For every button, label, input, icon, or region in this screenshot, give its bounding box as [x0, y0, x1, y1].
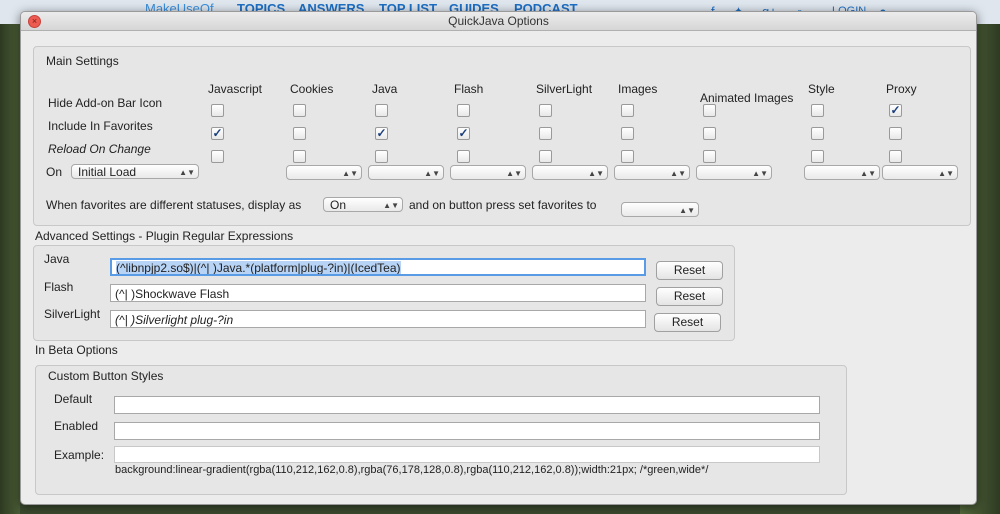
column-header-silverlight: SilverLight: [536, 82, 593, 96]
column-header-javascript: Javascript: [208, 82, 263, 96]
on-select-silverlight[interactable]: ▲▼: [532, 165, 608, 180]
chevron-updown-icon: ▲▼: [383, 201, 399, 210]
checkbox-hide-addon-style[interactable]: [811, 104, 824, 117]
checkbox-reload-on-change-flash[interactable]: [457, 150, 470, 163]
advanced-settings-label: Advanced Settings - Plugin Regular Expre…: [35, 229, 294, 243]
flash-regex-input[interactable]: (^| )Shockwave Flash: [110, 284, 646, 302]
chevron-updown-icon: ▲▼: [424, 169, 440, 178]
column-header-images: Images: [618, 82, 658, 96]
checkbox-include-favorites-java-checked[interactable]: ✓: [375, 127, 388, 140]
checkbox-reload-on-change-javascript[interactable]: [211, 150, 224, 163]
checkbox-reload-on-change-style[interactable]: [811, 150, 824, 163]
java-regex-value: (^libnpjp2.so$)|(^| )Java.*(platform|plu…: [116, 261, 401, 275]
checkbox-include-favorites-proxy[interactable]: [889, 127, 902, 140]
row-label-hide-addon: Hide Add-on Bar Icon: [48, 96, 163, 110]
column-header-proxy: Proxy: [886, 82, 917, 96]
checkbox-include-favorites-silverlight[interactable]: [539, 127, 552, 140]
checkbox-hide-addon-java[interactable]: [375, 104, 388, 117]
button-press-select[interactable]: ▲▼: [621, 202, 699, 217]
java-reset-button[interactable]: Reset: [656, 261, 723, 280]
main-settings-group: Main Settings Hide Add-on Bar Icon Inclu…: [33, 46, 971, 226]
main-settings-label: Main Settings: [46, 54, 119, 68]
background-left: [0, 0, 20, 514]
checkbox-hide-addon-cookies[interactable]: [293, 104, 306, 117]
default-style-input[interactable]: [114, 396, 820, 414]
checkbox-include-favorites-javascript-checked[interactable]: ✓: [211, 127, 224, 140]
on-select-cookies[interactable]: ▲▼: [286, 165, 362, 180]
example-label: Example:: [54, 448, 105, 462]
enabled-style-label: Enabled: [54, 419, 99, 433]
silverlight-regex-value: (^| )Silverlight plug-?in: [115, 313, 234, 327]
chevron-updown-icon: ▲▼: [860, 169, 876, 178]
title-bar: × QuickJava Options: [21, 12, 976, 31]
checkbox-reload-on-change-proxy[interactable]: [889, 150, 902, 163]
on-select-style[interactable]: ▲▼: [804, 165, 880, 180]
flash-reset-button[interactable]: Reset: [656, 287, 723, 306]
silverlight-regex-label: SilverLight: [44, 307, 101, 321]
checkbox-hide-addon-proxy-checked[interactable]: ✓: [889, 104, 902, 117]
checkbox-include-favorites-cookies[interactable]: [293, 127, 306, 140]
checkbox-include-favorites-images[interactable]: [621, 127, 634, 140]
favorites-status-text: When favorites are different statuses, d…: [46, 198, 302, 212]
on-select-flash[interactable]: ▲▼: [450, 165, 526, 180]
chevron-updown-icon: ▲▼: [506, 169, 522, 178]
on-label: On: [46, 165, 63, 179]
chevron-updown-icon: ▲▼: [938, 169, 954, 178]
button-press-text: and on button press set favorites to: [409, 198, 597, 212]
checkbox-hide-addon-images[interactable]: [621, 104, 634, 117]
chevron-updown-icon: ▲▼: [342, 169, 358, 178]
on-select-java[interactable]: ▲▼: [368, 165, 444, 180]
checkbox-hide-addon-javascript[interactable]: [211, 104, 224, 117]
java-regex-input[interactable]: (^libnpjp2.so$)|(^| )Java.*(platform|plu…: [110, 258, 646, 276]
window-title: QuickJava Options: [448, 14, 549, 28]
checkbox-include-favorites-animated-images[interactable]: [703, 127, 716, 140]
example-style-value: background:linear-gradient(rgba(110,212,…: [115, 464, 709, 476]
checkbox-include-favorites-flash-checked[interactable]: ✓: [457, 127, 470, 140]
checkbox-reload-on-change-images[interactable]: [621, 150, 634, 163]
column-header-animated-images: Animated Images: [700, 91, 794, 105]
chevron-updown-icon: ▲▼: [670, 169, 686, 178]
on-select-images[interactable]: ▲▼: [614, 165, 690, 180]
quickjava-options-window: × QuickJava Options Main Settings Hide A…: [20, 11, 977, 505]
checkbox-reload-on-change-silverlight[interactable]: [539, 150, 552, 163]
checkbox-hide-addon-silverlight[interactable]: [539, 104, 552, 117]
on-select-proxy[interactable]: ▲▼: [882, 165, 958, 180]
chevron-updown-icon: ▲▼: [179, 168, 195, 177]
advanced-settings-group: Java (^libnpjp2.so$)|(^| )Java.*(platfor…: [33, 245, 735, 341]
column-header-flash: Flash: [454, 82, 484, 96]
chevron-updown-icon: ▲▼: [752, 169, 768, 178]
checkbox-hide-addon-flash[interactable]: [457, 104, 470, 117]
checkbox-hide-addon-animated-images[interactable]: [703, 104, 716, 117]
checkbox-include-favorites-style[interactable]: [811, 127, 824, 140]
checkbox-reload-on-change-animated-images[interactable]: [703, 150, 716, 163]
column-header-java: Java: [372, 82, 398, 96]
chevron-updown-icon: ▲▼: [588, 169, 604, 178]
java-regex-label: Java: [44, 252, 70, 266]
favorites-display-value: On: [330, 198, 347, 212]
silverlight-regex-input[interactable]: (^| )Silverlight plug-?in: [110, 310, 646, 328]
in-beta-label: In Beta Options: [35, 343, 118, 357]
on-select-value: Initial Load: [78, 165, 137, 179]
checkbox-reload-on-change-java[interactable]: [375, 150, 388, 163]
column-header-style: Style: [808, 82, 835, 96]
flash-regex-label: Flash: [44, 280, 74, 294]
on-select[interactable]: Initial Load ▲▼: [71, 164, 199, 179]
enabled-style-input[interactable]: [114, 422, 820, 440]
example-style-field: [114, 446, 820, 463]
row-label-include-favorites: Include In Favorites: [48, 119, 153, 133]
checkbox-reload-on-change-cookies[interactable]: [293, 150, 306, 163]
flash-regex-value: (^| )Shockwave Flash: [115, 287, 230, 301]
custom-button-styles-label: Custom Button Styles: [48, 369, 164, 383]
silverlight-reset-button[interactable]: Reset: [654, 313, 721, 332]
chevron-updown-icon: ▲▼: [679, 206, 695, 215]
on-select-animated-images[interactable]: ▲▼: [696, 165, 772, 180]
favorites-display-select[interactable]: On ▲▼: [323, 197, 403, 212]
column-header-cookies: Cookies: [290, 82, 334, 96]
default-style-label: Default: [54, 392, 93, 406]
custom-button-styles-group: Custom Button Styles Default Enabled Exa…: [35, 365, 847, 495]
row-label-reload-on-change: Reload On Change: [48, 142, 151, 156]
